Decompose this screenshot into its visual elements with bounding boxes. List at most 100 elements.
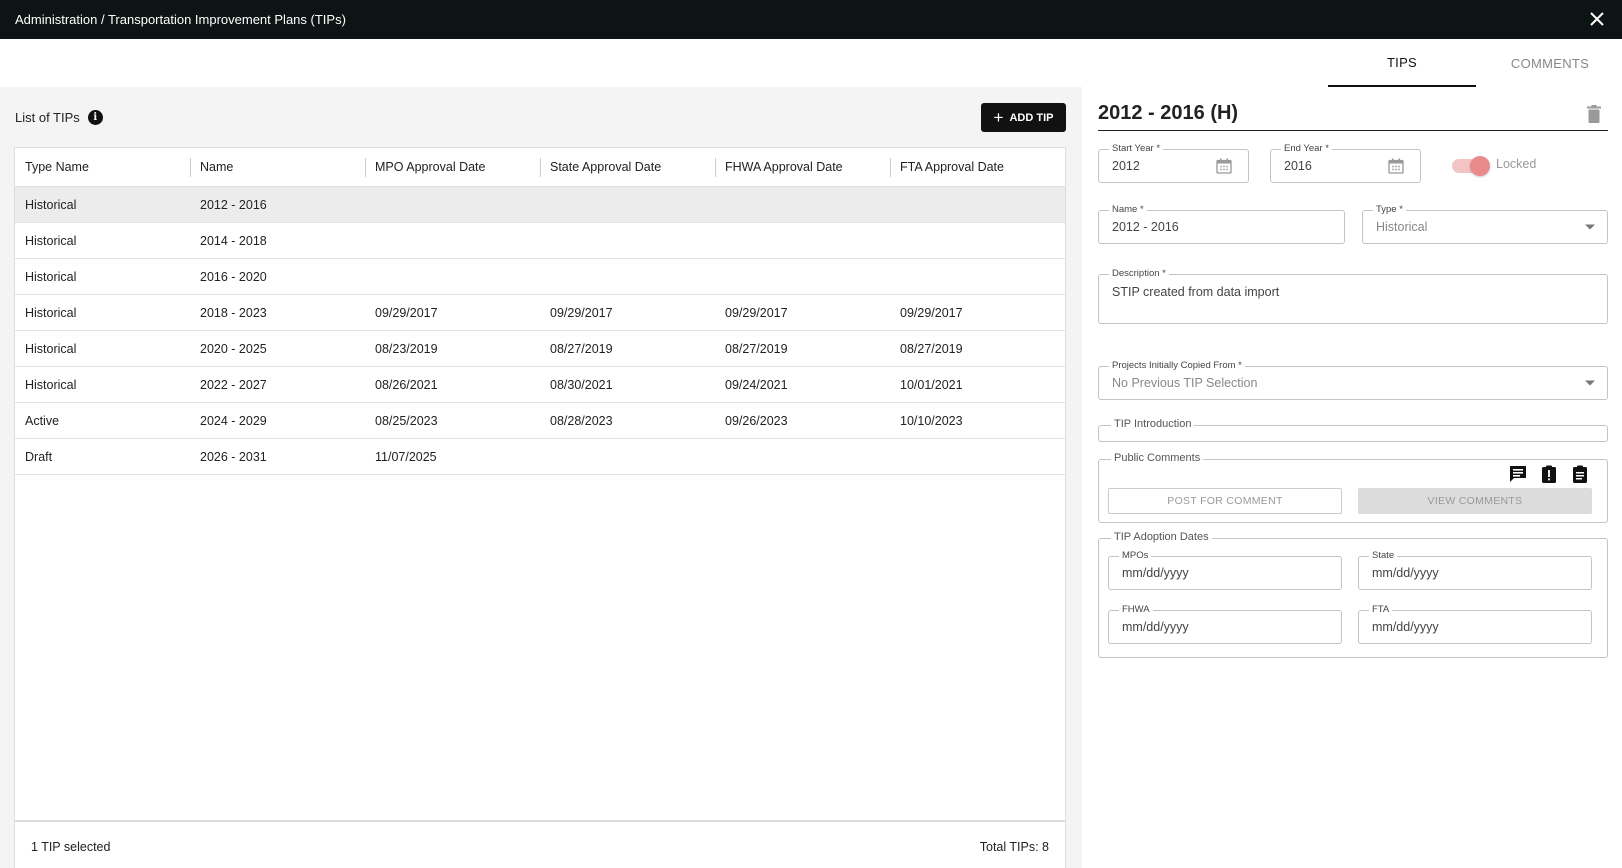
table-row[interactable]: Draft 2026 - 2031 11/07/2025	[15, 439, 1065, 475]
chevron-down-icon	[1585, 224, 1595, 230]
column-header[interactable]: FHWA Approval Date	[715, 148, 890, 186]
table-cell: 09/29/2017	[900, 305, 963, 320]
type-select[interactable]: Type * Historical	[1362, 204, 1608, 244]
calendar-icon[interactable]	[1388, 158, 1404, 174]
copied-from-select[interactable]: Projects Initially Copied From * No Prev…	[1098, 360, 1608, 400]
table-cell: 2020 - 2025	[200, 341, 267, 356]
name-field[interactable]: Name * 2012 - 2016	[1098, 204, 1345, 244]
table-cell	[540, 223, 715, 258]
view-comments-button[interactable]: VIEW COMMENTS	[1358, 488, 1592, 514]
tip-table: Type Name Name MPO Approval Date State Appr…	[14, 147, 1066, 821]
fhwa-label: FHWA	[1119, 604, 1153, 615]
tip-list-panel: List of TIPs i + ADD TIP Type Name Name MP…	[0, 87, 1082, 868]
locked-toggle[interactable]	[1452, 156, 1490, 176]
table-row[interactable]: Historical 2016 - 2020	[15, 259, 1065, 295]
table-footer: 1 TIP selected Total TIPs: 8	[14, 821, 1066, 868]
table-row[interactable]: Historical 2012 - 2016	[15, 187, 1065, 223]
adoption-dates-section: TIP Adoption Dates MPOs mm/dd/yyyy State…	[1098, 531, 1608, 658]
table-cell: Historical	[25, 233, 77, 248]
column-header[interactable]: State Approval Date	[540, 148, 715, 186]
table-cell	[715, 223, 890, 258]
post-for-comment-button[interactable]: POST FOR COMMENT	[1108, 488, 1342, 514]
table-cell: 08/30/2021	[550, 377, 613, 392]
table-cell: Historical	[25, 269, 77, 284]
column-header[interactable]: FTA Approval Date	[890, 148, 1065, 186]
column-header[interactable]: Name	[190, 148, 365, 186]
table-cell: 2016 - 2020	[200, 269, 267, 284]
table-cell: 08/26/2021	[375, 377, 438, 392]
table-header: Type Name Name MPO Approval Date State Appr…	[15, 148, 1065, 187]
table-cell: 08/28/2023	[550, 413, 613, 428]
table-cell	[540, 259, 715, 294]
fta-date-field[interactable]: FTA mm/dd/yyyy	[1358, 604, 1592, 644]
comment-icon[interactable]	[1509, 465, 1527, 483]
chevron-down-icon	[1585, 380, 1595, 386]
description-label: Description *	[1109, 268, 1169, 279]
table-cell: Active	[25, 413, 60, 428]
mpos-placeholder: mm/dd/yyyy	[1122, 566, 1189, 580]
table-cell	[365, 187, 540, 222]
close-icon[interactable]	[1586, 8, 1608, 30]
plus-icon: +	[993, 108, 1004, 127]
tab-comments[interactable]: COMMENTS	[1476, 39, 1622, 87]
mpos-date-field[interactable]: MPOs mm/dd/yyyy	[1108, 550, 1342, 590]
selected-count: 1 TIP selected	[31, 840, 111, 854]
tip-detail-panel: 2012 - 2016 (H) Start Year * 2012 End Ye…	[1082, 87, 1622, 868]
table-cell: 08/25/2023	[375, 413, 438, 428]
info-icon[interactable]: i	[87, 110, 103, 125]
name-label: Name *	[1109, 204, 1147, 215]
detail-title: 2012 - 2016 (H)	[1098, 102, 1239, 124]
table-cell: Historical	[25, 197, 77, 212]
table-cell	[540, 439, 715, 474]
tab-tips[interactable]: TIPS	[1328, 39, 1476, 87]
table-cell: 2024 - 2029	[200, 413, 267, 428]
table-cell: 09/29/2017	[375, 305, 438, 320]
table-cell	[715, 439, 890, 474]
table-row[interactable]: Active 2024 - 2029 08/25/2023 08/28/2023 09/…	[15, 403, 1065, 439]
state-label: State	[1369, 550, 1398, 561]
table-row[interactable]: Historical 2020 - 2025 08/23/2019 08/27/201…	[15, 331, 1065, 367]
table-cell: 2026 - 2031	[200, 449, 267, 464]
column-header[interactable]: Type Name	[15, 148, 190, 186]
type-label: Type *	[1373, 204, 1406, 215]
table-cell	[890, 223, 1065, 258]
table-row[interactable]: Historical 2018 - 2023 09/29/2017 09/29/201…	[15, 295, 1065, 331]
type-value: Historical	[1376, 220, 1428, 234]
list-title: List of TIPs	[15, 110, 80, 125]
tip-introduction-section[interactable]: TIP Introduction	[1098, 418, 1608, 442]
table-cell: 08/23/2019	[375, 341, 438, 356]
fhwa-placeholder: mm/dd/yyyy	[1122, 620, 1189, 634]
table-cell: 09/26/2023	[725, 413, 788, 428]
table-body: Historical 2012 - 2016 Historical 2014 - 20…	[15, 187, 1065, 475]
description-field[interactable]: Description * STIP created from data imp…	[1098, 268, 1608, 324]
state-date-field[interactable]: State mm/dd/yyyy	[1358, 550, 1592, 590]
table-cell: 11/07/2025	[375, 449, 437, 464]
table-cell	[715, 259, 890, 294]
total-count: Total TIPs: 8	[979, 840, 1049, 854]
trash-icon[interactable]	[1587, 105, 1601, 123]
table-cell	[890, 187, 1065, 222]
state-placeholder: mm/dd/yyyy	[1372, 566, 1439, 580]
name-value: 2012 - 2016	[1112, 220, 1179, 234]
table-cell	[365, 259, 540, 294]
add-tip-label: ADD TIP	[1009, 111, 1054, 124]
table-row[interactable]: Historical 2014 - 2018	[15, 223, 1065, 259]
mpos-label: MPOs	[1119, 550, 1152, 561]
toggle-knob	[1470, 156, 1490, 176]
adoption-dates-label: TIP Adoption Dates	[1111, 531, 1212, 543]
end-year-field[interactable]: End Year * 2016	[1270, 143, 1421, 183]
table-row[interactable]: Historical 2022 - 2027 08/26/2021 08/30/202…	[15, 367, 1065, 403]
clipboard-alert-icon[interactable]	[1540, 465, 1558, 483]
clipboard-text-icon[interactable]	[1571, 465, 1589, 483]
start-year-field[interactable]: Start Year * 2012	[1098, 143, 1249, 183]
column-header[interactable]: MPO Approval Date	[365, 148, 540, 186]
copied-from-value: No Previous TIP Selection	[1112, 376, 1258, 390]
table-cell: 2014 - 2018	[200, 233, 267, 248]
tab-bar: TIPS COMMENTS	[0, 39, 1622, 87]
fhwa-date-field[interactable]: FHWA mm/dd/yyyy	[1108, 604, 1342, 644]
end-year-label: End Year *	[1281, 143, 1332, 154]
table-cell	[715, 187, 890, 222]
add-tip-button[interactable]: + ADD TIP	[981, 103, 1066, 132]
fta-placeholder: mm/dd/yyyy	[1372, 620, 1439, 634]
calendar-icon[interactable]	[1216, 158, 1232, 174]
